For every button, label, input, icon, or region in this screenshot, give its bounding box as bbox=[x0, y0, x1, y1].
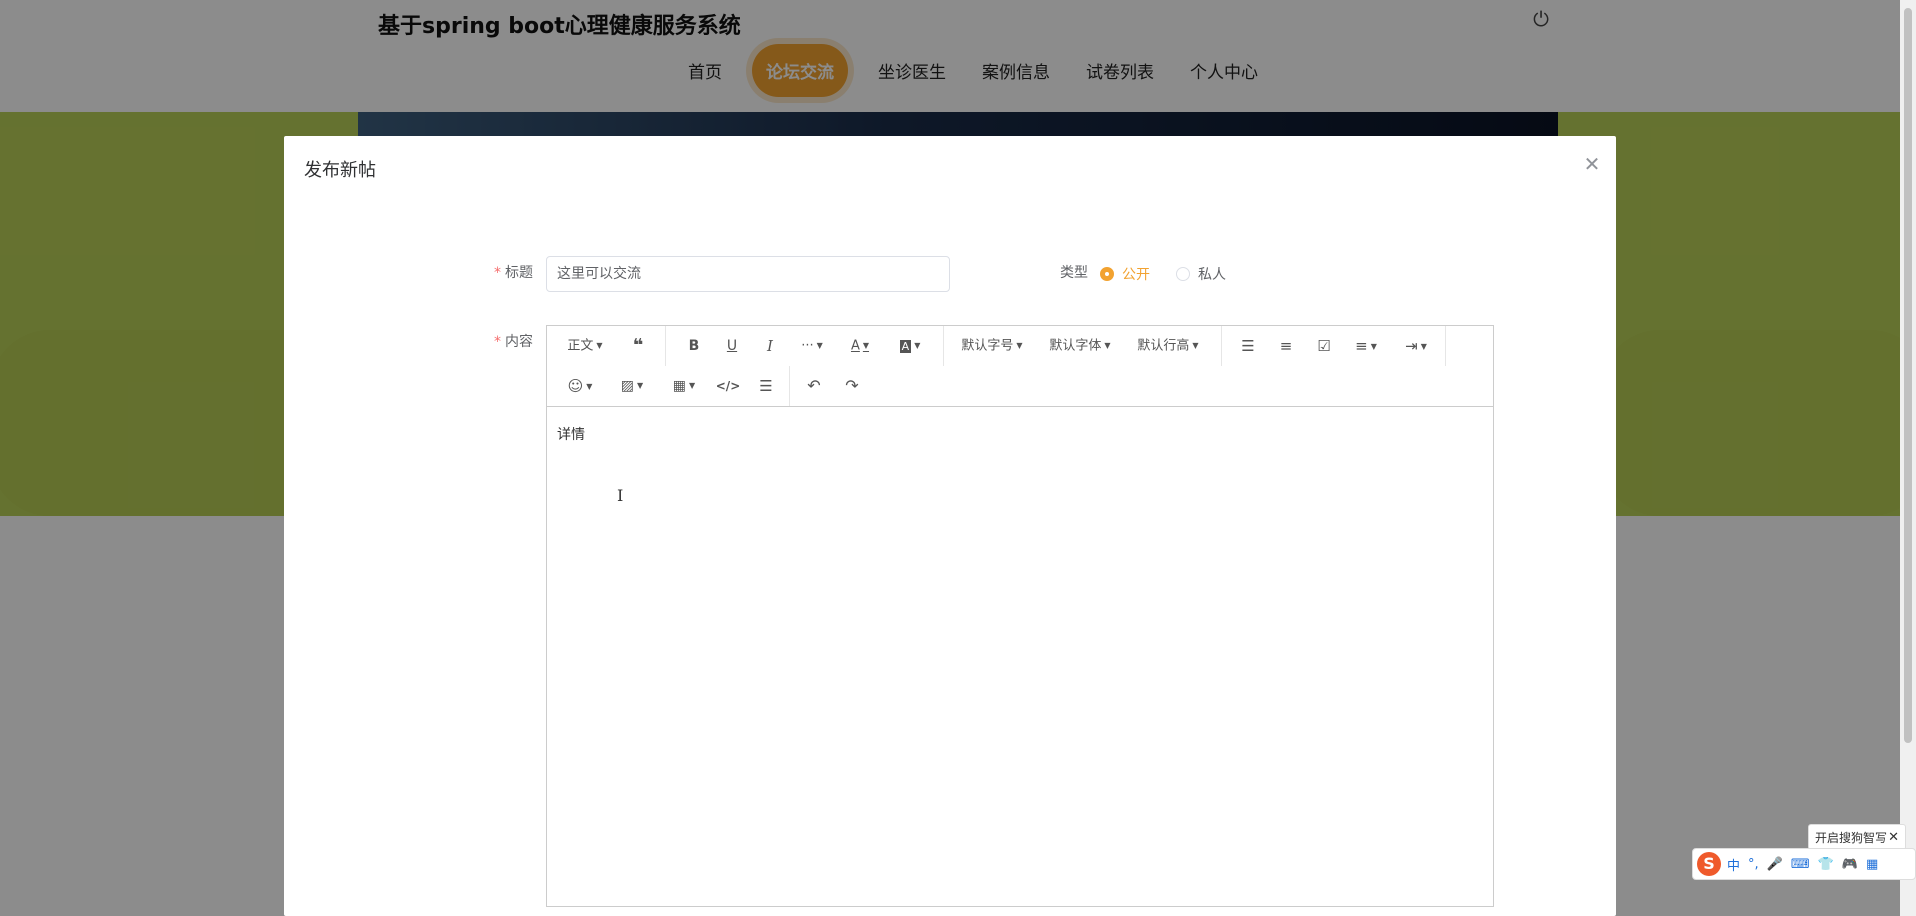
new-post-dialog: 发布新帖 ✕ * 标题 这里可以交流 类型 公开 私人 * 内容 正文 ▼ ❝ … bbox=[284, 136, 1616, 916]
title-input[interactable]: 这里可以交流 bbox=[546, 256, 950, 292]
code-icon[interactable]: </> bbox=[713, 370, 743, 402]
align-icon[interactable]: ≡ ▼ bbox=[1347, 330, 1385, 362]
radio-public[interactable]: 公开 bbox=[1100, 264, 1150, 284]
undo-icon[interactable]: ↶ bbox=[799, 370, 829, 402]
game-icon[interactable]: 🎮 bbox=[1842, 857, 1858, 872]
font-family-label: 默认字体 bbox=[1049, 338, 1102, 354]
font-color-icon[interactable]: A ▼ bbox=[841, 330, 879, 362]
image-icon[interactable]: ▨ ▼ bbox=[613, 370, 651, 402]
toolbar-divider bbox=[1445, 326, 1446, 366]
paragraph-dropdown[interactable]: 正文 ▼ bbox=[563, 330, 607, 362]
scrollbar-thumb[interactable] bbox=[1904, 8, 1912, 743]
table-icon[interactable]: ▦ ▼ bbox=[665, 370, 703, 402]
editor-content-area[interactable]: 详情 I bbox=[547, 408, 1493, 906]
redo-icon[interactable]: ↷ bbox=[837, 370, 867, 402]
title-label: * 标题 bbox=[494, 262, 533, 282]
microphone-icon[interactable]: 🎤 bbox=[1767, 857, 1783, 872]
toolbar-divider bbox=[943, 326, 944, 366]
todo-icon[interactable]: ☑ bbox=[1309, 330, 1339, 362]
ime-tip[interactable]: 开启搜狗智写 ✕ bbox=[1808, 824, 1906, 850]
radio-dot-checked bbox=[1100, 267, 1114, 281]
italic-icon[interactable]: I bbox=[755, 330, 785, 362]
divider-icon[interactable]: ☰ bbox=[751, 370, 781, 402]
text-cursor-icon: I bbox=[617, 486, 624, 505]
title-label-text: 标题 bbox=[505, 265, 533, 281]
bullet-list-icon[interactable]: ☰ bbox=[1233, 330, 1263, 362]
line-height-label: 默认行高 bbox=[1137, 338, 1190, 354]
content-label: * 内容 bbox=[494, 331, 533, 351]
font-size-label: 默认字号 bbox=[961, 338, 1014, 354]
emoji-icon[interactable]: ☺ ▼ bbox=[561, 370, 599, 402]
ime-lang[interactable]: 中 bbox=[1727, 855, 1740, 874]
underline-icon[interactable]: U bbox=[717, 330, 747, 362]
numbered-list-icon[interactable]: ≡ bbox=[1271, 330, 1301, 362]
bold-icon[interactable]: B bbox=[679, 330, 709, 362]
more-icon[interactable]: ··· ▼ bbox=[793, 330, 831, 362]
bg-color-icon[interactable]: A ▼ bbox=[891, 330, 929, 362]
font-family-dropdown[interactable]: 默认字体 ▼ bbox=[1045, 330, 1115, 362]
line-height-dropdown[interactable]: 默认行高 ▼ bbox=[1133, 330, 1203, 362]
page: 基于spring boot心理健康服务系统 ⏻ 首页 论坛交流 坐诊医生 案例信… bbox=[0, 0, 1916, 916]
sogou-logo-icon[interactable]: S bbox=[1697, 852, 1721, 876]
font-size-dropdown[interactable]: 默认字号 ▼ bbox=[957, 330, 1027, 362]
skin-icon[interactable]: 👕 bbox=[1818, 857, 1834, 872]
editor-text: 详情 bbox=[557, 427, 585, 443]
dialog-title: 发布新帖 bbox=[304, 160, 376, 181]
toolbar-divider bbox=[1221, 326, 1222, 366]
rich-text-editor: 正文 ▼ ❝ B U I ··· ▼ A ▼ A ▼ 默认字号 ▼ 默认字体 ▼ 默认行高 ▼ bbox=[546, 325, 1494, 907]
editor-toolbar: 正文 ▼ ❝ B U I ··· ▼ A ▼ A ▼ 默认字号 ▼ 默认字体 ▼ 默认行高 ▼ bbox=[547, 326, 1493, 407]
required-mark: * bbox=[494, 265, 501, 281]
type-label: 类型 bbox=[1060, 265, 1088, 281]
quote-icon[interactable]: ❝ bbox=[623, 330, 653, 362]
ime-toolbar[interactable]: S 中 °, 🎤 ⌨ 👕 🎮 ▦ bbox=[1692, 848, 1916, 880]
page-scrollbar[interactable] bbox=[1900, 0, 1916, 916]
content-label-text: 内容 bbox=[505, 334, 533, 350]
radio-private-label: 私人 bbox=[1198, 267, 1226, 283]
indent-icon[interactable]: ⇥ ▼ bbox=[1397, 330, 1435, 362]
toolbar-divider bbox=[665, 326, 666, 366]
ime-tip-text: 开启搜狗智写 bbox=[1815, 831, 1888, 845]
apps-icon[interactable]: ▦ bbox=[1866, 857, 1878, 872]
toolbar-divider bbox=[789, 366, 790, 406]
keyboard-icon[interactable]: ⌨ bbox=[1791, 857, 1810, 872]
paragraph-label: 正文 bbox=[567, 338, 594, 354]
type-radio-group: 公开 私人 bbox=[1100, 264, 1252, 284]
radio-private[interactable]: 私人 bbox=[1176, 264, 1226, 284]
radio-public-label: 公开 bbox=[1122, 267, 1150, 283]
radio-dot bbox=[1176, 267, 1190, 281]
required-mark: * bbox=[494, 334, 501, 350]
close-icon[interactable]: ✕ bbox=[1582, 154, 1602, 174]
ime-punctuation-icon[interactable]: °, bbox=[1748, 857, 1759, 872]
